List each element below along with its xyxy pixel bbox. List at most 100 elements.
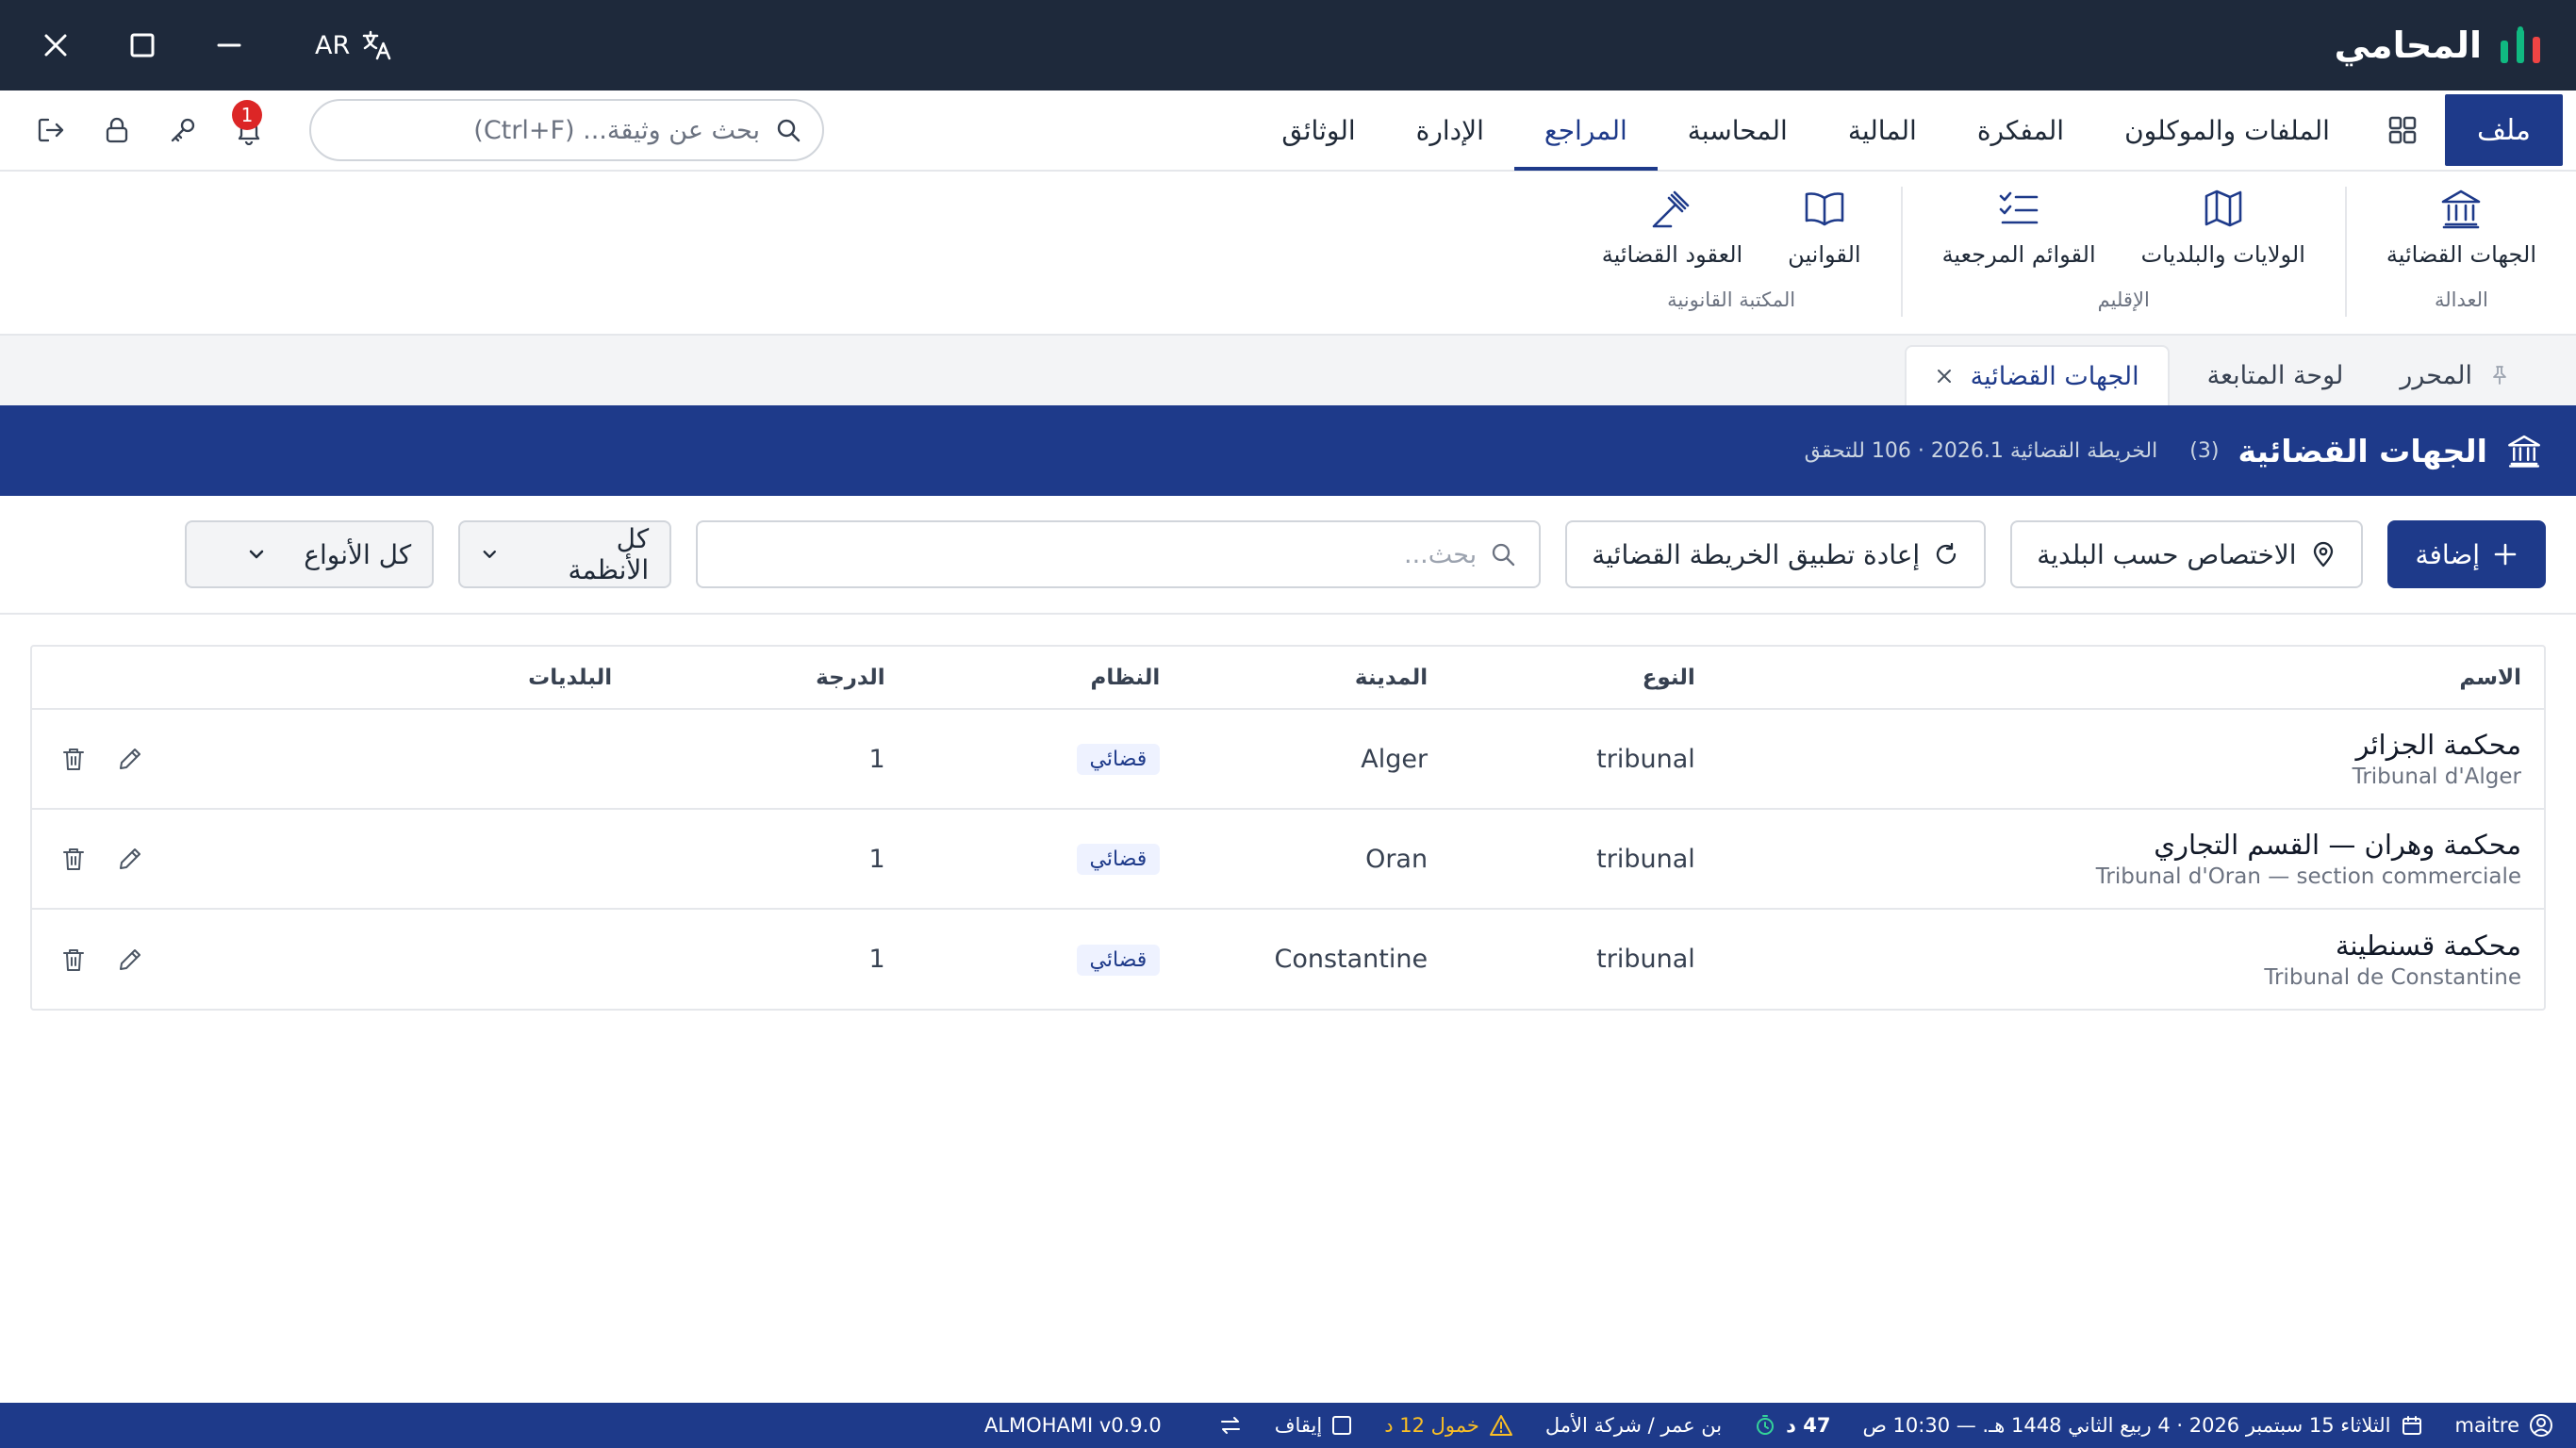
lock-button[interactable] (94, 107, 140, 153)
apps-grid-button[interactable] (2370, 97, 2436, 163)
ribbon-item-laws[interactable]: القوانين (1775, 187, 1874, 268)
ribbon-item-courts[interactable]: الجهات القضائية (2373, 187, 2550, 268)
court-municipalities (314, 709, 636, 810)
column-header-name[interactable]: الاسم (1717, 647, 2544, 710)
search-icon (777, 119, 801, 142)
file-menu-button[interactable]: ملف (2444, 94, 2563, 166)
active-client[interactable]: بن عمر / شركة الأمل (1545, 1414, 1722, 1437)
court-municipalities (315, 909, 635, 1009)
ribbon: الجهات القضائية العدالة الولايات والبلدي… (0, 172, 2576, 336)
column-header-system[interactable]: النظام (907, 647, 1183, 710)
table-search (696, 520, 1542, 588)
language-label: AR (315, 30, 351, 60)
user-circle-icon (2530, 1414, 2552, 1437)
column-header-city[interactable]: المدينة (1182, 647, 1451, 710)
ribbon-item-judicial-contracts[interactable]: العقود القضائية (1589, 187, 1756, 268)
warning-icon (1489, 1415, 1512, 1436)
add-button[interactable]: إضافة (2386, 520, 2546, 588)
menu-tab-documents[interactable]: الوثائق (1251, 90, 1385, 171)
column-header-municipalities[interactable]: البلديات (314, 647, 636, 710)
system-badge: قضائي (1076, 844, 1161, 875)
key-button[interactable] (160, 107, 206, 153)
ribbon-group-label: العدالة (2435, 288, 2488, 311)
refresh-icon (1937, 542, 1957, 565)
court-municipalities (314, 809, 636, 910)
column-header-type[interactable]: النوع (1450, 647, 1718, 710)
list-toolbar: إضافة الاختصاص حسب البلدية إعادة تطبيق ا… (0, 496, 2576, 615)
pause-button[interactable]: إيقاف (1275, 1414, 1352, 1437)
sync-button[interactable] (1218, 1414, 1243, 1437)
ribbon-group-territory: الولايات والبلديات القوائم المرجعية الإق… (1900, 187, 2345, 317)
language-switcher[interactable]: AR (315, 29, 393, 61)
delete-button[interactable] (55, 740, 92, 778)
window-controls: AR (26, 16, 393, 74)
column-header-degree[interactable]: الدرجة (635, 647, 908, 710)
calendar-icon (2402, 1416, 2421, 1435)
delete-button[interactable] (55, 941, 92, 979)
court-type: tribunal (1450, 709, 1718, 810)
landmark-icon (2508, 435, 2540, 468)
court-name-fr: Tribunal d'Oran — section commerciale (2095, 864, 2521, 889)
chevron-down-icon (250, 550, 264, 559)
systems-select[interactable]: كل الأنظمة (458, 520, 672, 588)
current-user[interactable]: maitre (2455, 1413, 2554, 1438)
ribbon-group-label: المكتبة القانونية (1667, 288, 1796, 311)
menu-tab-references[interactable]: المراجع (1513, 90, 1658, 171)
close-window-button[interactable] (26, 16, 85, 74)
delete-button[interactable] (55, 840, 92, 878)
ribbon-item-reference-lists[interactable]: القوائم المرجعية (1929, 187, 2109, 268)
timer-icon (1757, 1415, 1775, 1435)
menu-tab-agenda[interactable]: المفكرة (1947, 90, 2094, 171)
edit-button[interactable] (111, 840, 149, 878)
title-bar: المحامي AR (0, 0, 2576, 90)
doc-tab-editor[interactable]: المحرر (2371, 345, 2538, 405)
trash-icon (63, 848, 84, 870)
ribbon-group-justice: الجهات القضائية العدالة (2344, 187, 2576, 317)
page-title: الجهات القضائية (2237, 432, 2487, 469)
court-name-fr: Tribunal d'Alger (2352, 765, 2521, 789)
court-city: Oran (1182, 809, 1451, 910)
minimize-window-button[interactable] (200, 16, 258, 74)
maximize-window-button[interactable] (113, 16, 172, 74)
menu-tab-files-clients[interactable]: الملفات والموكلون (2094, 90, 2360, 171)
menu-bar: ملف الملفات والموكلون المفكرة المالية ال… (0, 90, 2576, 172)
table-row[interactable]: محكمة قسنطينة Tribunal de Constantine tri… (32, 909, 2544, 1009)
table-header-row: الاسم النوع المدينة النظام الدرجة البلدي… (32, 647, 2544, 710)
types-select[interactable]: كل الأنواع (185, 520, 435, 588)
logout-button[interactable] (28, 107, 74, 153)
close-tab-icon[interactable] (1935, 367, 1954, 386)
ribbon-item-wilayas[interactable]: الولايات والبلديات (2128, 187, 2319, 268)
court-name-fr: Tribunal de Constantine (2264, 964, 2521, 990)
court-degree: 1 (635, 709, 908, 810)
book-open-icon (1805, 192, 1844, 226)
menubar-tools: 1 (28, 99, 824, 161)
close-icon (44, 34, 67, 57)
menu-tab-finance[interactable]: المالية (1818, 90, 1947, 171)
document-search-input[interactable] (332, 115, 760, 145)
court-name-ar: محكمة قسنطينة (2335, 929, 2521, 962)
court-city: Alger (1182, 709, 1451, 810)
trash-icon (63, 948, 84, 971)
ribbon-group-legal-library: القوانين العقود القضائية المكتبة القانون… (1562, 187, 1901, 317)
session-timer: 47 د (1754, 1414, 1830, 1437)
menu-tab-accounting[interactable]: المحاسبة (1658, 90, 1818, 171)
translate-icon (362, 30, 391, 60)
stop-icon (1332, 1416, 1352, 1435)
table-row[interactable]: محكمة الجزائر Tribunal d'Alger tribunal A… (32, 709, 2544, 810)
document-tabs: المحرر لوحة المتابعة الجهات القضائية (0, 336, 2576, 405)
logout-icon (38, 118, 64, 142)
notifications-button[interactable]: 1 (226, 100, 272, 153)
lock-icon (106, 117, 128, 143)
table-row[interactable]: محكمة وهران — القسم التجاري Tribunal d'Or… (32, 809, 2544, 910)
reapply-judicial-map-button[interactable]: إعادة تطبيق الخريطة القضائية (1565, 520, 1987, 588)
doc-tab-courts[interactable]: الجهات القضائية (1904, 345, 2170, 405)
jurisdiction-by-municipality-button[interactable]: الاختصاص حسب البلدية (2010, 520, 2363, 588)
trash-icon (63, 749, 84, 770)
key-icon (171, 118, 195, 142)
table-search-input[interactable] (720, 539, 1478, 569)
pencil-icon (120, 749, 140, 769)
doc-tab-dashboard[interactable]: لوحة المتابعة (2179, 345, 2372, 405)
edit-button[interactable] (111, 941, 149, 979)
menu-tab-administration[interactable]: الإدارة (1386, 90, 1514, 171)
edit-button[interactable] (111, 740, 149, 778)
